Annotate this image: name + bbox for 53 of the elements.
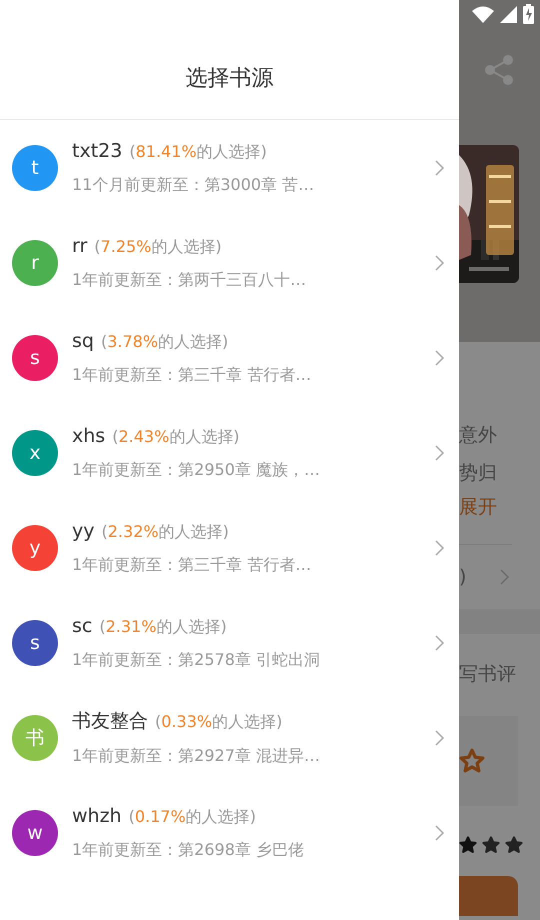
source-name[interactable]: rr	[72, 234, 88, 256]
row-text: )	[459, 566, 466, 588]
chevron-right-icon[interactable]	[500, 569, 510, 585]
source-avatar: s	[12, 334, 58, 380]
chevron-right-icon[interactable]	[435, 160, 445, 176]
chevron-right-icon[interactable]	[435, 350, 445, 366]
source-name[interactable]: yy	[72, 520, 94, 542]
source-name[interactable]: whzh	[72, 804, 122, 826]
chevron-right-icon[interactable]	[435, 634, 445, 650]
update-info: 1年前更新至：第2950章 魔族，…	[72, 460, 321, 480]
signal-icon	[500, 6, 517, 22]
star-outline-icon	[459, 748, 485, 774]
choice-share-text: (0.17%的人选择)	[128, 806, 256, 828]
update-info: 1年前更新至：第2927章 混进异…	[72, 746, 321, 767]
source-name[interactable]: 书友整合	[72, 708, 148, 734]
battery-icon	[523, 4, 534, 24]
source-avatar: r	[12, 240, 58, 286]
source-avatar: 书	[12, 714, 58, 760]
update-info: 1年前更新至：第三千章 苦行者…	[72, 364, 312, 386]
update-info: 1年前更新至：第三千章 苦行者…	[72, 554, 312, 576]
source-name[interactable]: txt23	[72, 140, 122, 162]
wifi-icon	[472, 6, 494, 22]
update-info: 1年前更新至：第2698章 乡巴佬	[72, 840, 305, 860]
choice-share-text: (2.32%的人选择)	[102, 522, 229, 542]
chevron-right-icon[interactable]	[435, 540, 445, 556]
source-avatar: w	[12, 810, 58, 856]
intro-text: 意外	[459, 423, 498, 448]
share-icon[interactable]	[484, 54, 514, 86]
star-icon	[482, 836, 500, 854]
choice-share-text: (2.31%的人选择)	[99, 616, 227, 638]
chevron-right-icon[interactable]	[435, 254, 445, 270]
star-icon	[459, 836, 477, 854]
source-name[interactable]: xhs	[72, 424, 106, 446]
choice-share-text: (2.43%的人选择)	[112, 426, 240, 448]
update-info: 11个月前更新至：第3000章 苦…	[72, 174, 316, 196]
chevron-right-icon[interactable]	[435, 444, 445, 460]
update-info: 1年前更新至：第两千三百八十…	[72, 270, 308, 290]
source-avatar: s	[12, 620, 58, 666]
choice-share-text: (0.33%的人选择)	[155, 712, 282, 733]
choice-share-text: (81.41%的人选择)	[129, 142, 267, 162]
star-icon	[505, 836, 523, 854]
source-avatar: t	[12, 144, 58, 190]
chevron-right-icon[interactable]	[435, 730, 445, 746]
intro-text: 势归	[459, 461, 498, 486]
update-info: 1年前更新至：第2578章 引蛇出洞	[72, 650, 321, 670]
choice-share-text: (3.78%的人选择)	[100, 332, 228, 352]
drawer-title: 选择书源	[186, 64, 274, 92]
source-name[interactable]: sq	[72, 330, 94, 352]
chevron-right-icon[interactable]	[435, 824, 445, 840]
choice-share-text: (7.25%的人选择)	[94, 236, 222, 258]
source-avatar: y	[12, 524, 58, 570]
source-name[interactable]: sc	[72, 614, 92, 636]
source-avatar: x	[12, 430, 58, 476]
